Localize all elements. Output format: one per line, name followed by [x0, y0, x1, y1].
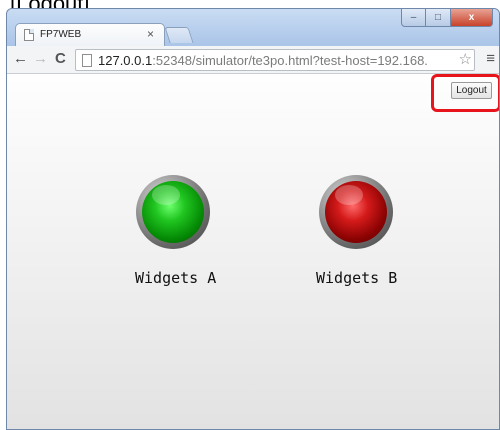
widget-a-lamp — [136, 175, 210, 249]
widget-a-label: Widgets A — [135, 269, 217, 287]
window-controls: – □ x — [401, 9, 493, 27]
close-window-button[interactable]: x — [451, 9, 493, 27]
forward-icon[interactable]: → — [33, 50, 48, 68]
page-icon — [24, 29, 34, 41]
page-viewport: Logout Widgets A Widgets B — [7, 74, 499, 429]
browser-toolbar: ← → C 127.0.0.1:52348/simulator/te3po.ht… — [7, 46, 499, 74]
minimize-button[interactable]: – — [401, 9, 426, 27]
page-icon — [82, 54, 92, 67]
tab-title: FP7WEB — [40, 29, 82, 40]
widget-b-label: Widgets B — [316, 269, 398, 287]
browser-window: FP7WEB × – □ x ← → C 127.0.0.1:52348/sim… — [6, 8, 500, 430]
url-text[interactable]: 127.0.0.1:52348/simulator/te3po.html?tes… — [98, 53, 450, 68]
lamp-highlight — [152, 185, 180, 205]
menu-icon[interactable]: ≡ — [486, 50, 495, 67]
back-icon[interactable]: ← — [13, 50, 28, 68]
reload-icon[interactable]: C — [55, 50, 66, 68]
address-bar[interactable]: 127.0.0.1:52348/simulator/te3po.html?tes… — [75, 49, 475, 71]
maximize-button[interactable]: □ — [426, 9, 451, 27]
bookmark-star-icon[interactable]: ☆ — [459, 50, 472, 68]
lamp-highlight — [335, 185, 363, 205]
logout-button[interactable]: Logout — [451, 82, 492, 99]
new-tab-button[interactable] — [164, 27, 194, 43]
tab-fp7web[interactable]: FP7WEB × — [15, 23, 165, 47]
widget-b-lamp — [319, 175, 393, 249]
close-tab-icon[interactable]: × — [147, 27, 154, 41]
url-host: 127.0.0.1 — [98, 53, 153, 68]
url-path: :52348/simulator/te3po.html?test-host=19… — [152, 53, 428, 68]
